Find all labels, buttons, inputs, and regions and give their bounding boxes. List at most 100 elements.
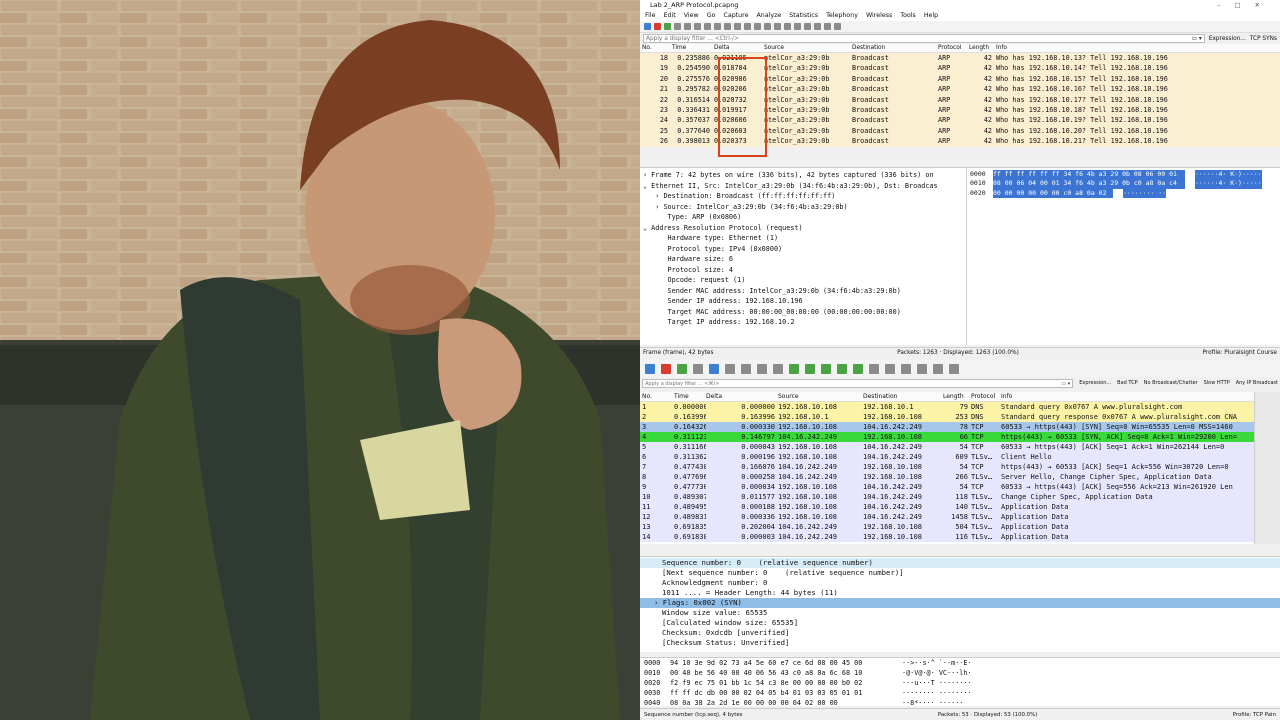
- tcp-syns-button[interactable]: TCP SYNs: [1250, 36, 1277, 42]
- zoom-out-icon[interactable]: [814, 23, 821, 30]
- expression-button[interactable]: Expression...: [1209, 36, 1246, 42]
- table-cell: Who has 192.168.10.20? Tell 192.168.10.1…: [996, 126, 1168, 135]
- zoom-in-icon[interactable]: [804, 23, 811, 30]
- table-cell: 42: [983, 64, 992, 73]
- table-cell: Broadcast: [852, 64, 889, 73]
- menu-analyze[interactable]: Analyze: [756, 10, 781, 21]
- close-file-icon[interactable]: [704, 23, 711, 30]
- menu-bar: File Edit View Go Capture Analyze Statis…: [640, 10, 1280, 21]
- window-title: Lab 2_ARP Protocol.pcapng: [650, 1, 739, 9]
- table-cell: Broadcast: [852, 95, 889, 104]
- table-cell: 0.254590: [677, 64, 710, 73]
- table-cell: 42: [983, 137, 992, 146]
- reload-icon[interactable]: [714, 23, 721, 30]
- menu-help[interactable]: Help: [924, 10, 938, 21]
- options-icon[interactable]: [674, 23, 681, 30]
- table-cell: Broadcast: [852, 74, 889, 83]
- save-icon[interactable]: [694, 23, 701, 30]
- last-packet-icon[interactable]: [774, 23, 781, 30]
- table-cell: 24: [659, 116, 668, 125]
- col-protocol[interactable]: Protocol: [938, 44, 969, 52]
- zoom-reset-icon[interactable]: [824, 23, 831, 30]
- table-cell: 42: [983, 54, 992, 62]
- menu-go[interactable]: Go: [707, 10, 716, 21]
- open-icon[interactable]: [684, 23, 691, 30]
- table-cell: Who has 192.168.10.17? Tell 192.168.10.1…: [996, 95, 1168, 104]
- table-cell: 0.235886: [677, 54, 710, 62]
- autoscroll-icon[interactable]: [784, 23, 791, 30]
- display-filter-bar: Apply a display filter ... <Ctrl-/> ▭ ▾ …: [640, 33, 1280, 44]
- table-cell: ntelCor_a3:29:0b: [764, 137, 830, 146]
- table-cell: 0.398013: [677, 137, 710, 146]
- table-cell: ARP: [938, 95, 951, 104]
- table-cell: Broadcast: [852, 105, 889, 114]
- search-icon[interactable]: [724, 23, 731, 30]
- table-cell: 0.336431: [677, 105, 710, 114]
- menu-file[interactable]: File: [645, 10, 656, 21]
- col-delta[interactable]: Delta: [714, 44, 764, 52]
- col-info[interactable]: Info: [996, 44, 1246, 52]
- table-cell: ARP: [938, 105, 951, 114]
- table-cell: ARP: [938, 85, 951, 94]
- menu-telephony[interactable]: Telephony: [826, 10, 858, 21]
- table-cell: 20: [659, 74, 668, 83]
- table-cell: Who has 192.168.10.19? Tell 192.168.10.1…: [996, 116, 1168, 125]
- filter-dropdown-icon[interactable]: ▭ ▾: [1192, 35, 1204, 42]
- table-cell: Who has 192.168.10.16? Tell 192.168.10.1…: [996, 85, 1168, 94]
- menu-statistics[interactable]: Statistics: [789, 10, 818, 21]
- table-cell: Who has 192.168.10.14? Tell 192.168.10.1…: [996, 64, 1168, 73]
- table-cell: ntelCor_a3:29:0b: [764, 54, 830, 62]
- menu-tools[interactable]: Tools: [900, 10, 916, 21]
- table-cell: 22: [659, 95, 668, 104]
- goto-icon[interactable]: [754, 23, 761, 30]
- main-toolbar: [640, 21, 1280, 33]
- title-bar: Lab 2_ARP Protocol.pcapng –□✕: [640, 0, 1280, 10]
- table-cell: 18: [659, 54, 668, 62]
- forward-arrow-icon[interactable]: [744, 23, 751, 30]
- table-cell: ntelCor_a3:29:0b: [764, 74, 830, 83]
- table-cell: 21: [659, 85, 668, 94]
- col-destination[interactable]: Destination: [852, 44, 938, 52]
- table-cell: ntelCor_a3:29:0b: [764, 64, 830, 73]
- person-photo: [0, 0, 640, 720]
- table-cell: Broadcast: [852, 137, 889, 146]
- table-cell: ARP: [938, 54, 951, 62]
- table-cell: 0.316514: [677, 95, 710, 104]
- display-filter-input[interactable]: Apply a display filter ... <Ctrl-/> ▭ ▾: [643, 34, 1205, 43]
- table-cell: Who has 192.168.10.15? Tell 192.168.10.1…: [996, 74, 1168, 83]
- table-cell: 42: [983, 85, 992, 94]
- first-packet-icon[interactable]: [764, 23, 771, 30]
- table-cell: 23: [659, 105, 668, 114]
- col-no[interactable]: No.: [642, 44, 672, 52]
- col-time[interactable]: Time: [672, 44, 714, 52]
- table-cell: 42: [983, 95, 992, 104]
- menu-view[interactable]: View: [684, 10, 699, 21]
- table-cell: 42: [983, 105, 992, 114]
- table-cell: 0.357037: [677, 116, 710, 125]
- table-cell: 0.377640: [677, 126, 710, 135]
- menu-capture[interactable]: Capture: [723, 10, 748, 21]
- table-cell: 0.275576: [677, 74, 710, 83]
- table-cell: Who has 192.168.10.21? Tell 192.168.10.1…: [996, 137, 1168, 146]
- shark-fin-icon[interactable]: [644, 23, 651, 30]
- colorize-icon[interactable]: [794, 23, 801, 30]
- table-cell: ARP: [938, 116, 951, 125]
- table-cell: Who has 192.168.10.13? Tell 192.168.10.1…: [996, 54, 1168, 62]
- table-cell: Who has 192.168.10.18? Tell 192.168.10.1…: [996, 105, 1168, 114]
- table-cell: ntelCor_a3:29:0b: [764, 95, 830, 104]
- menu-edit[interactable]: Edit: [664, 10, 676, 21]
- table-cell: ARP: [938, 74, 951, 83]
- col-source[interactable]: Source: [764, 44, 852, 52]
- table-cell: ntelCor_a3:29:0b: [764, 105, 830, 114]
- table-cell: ARP: [938, 137, 951, 146]
- table-cell: 42: [983, 116, 992, 125]
- back-arrow-icon[interactable]: [734, 23, 741, 30]
- table-cell: ntelCor_a3:29:0b: [764, 126, 830, 135]
- menu-wireless[interactable]: Wireless: [866, 10, 892, 21]
- restart-icon[interactable]: [664, 23, 671, 30]
- stop-icon[interactable]: [654, 23, 661, 30]
- col-length[interactable]: Length: [969, 44, 996, 52]
- table-cell: Broadcast: [852, 54, 889, 62]
- resize-columns-icon[interactable]: [834, 23, 841, 30]
- window-controls[interactable]: –□✕: [1217, 0, 1274, 10]
